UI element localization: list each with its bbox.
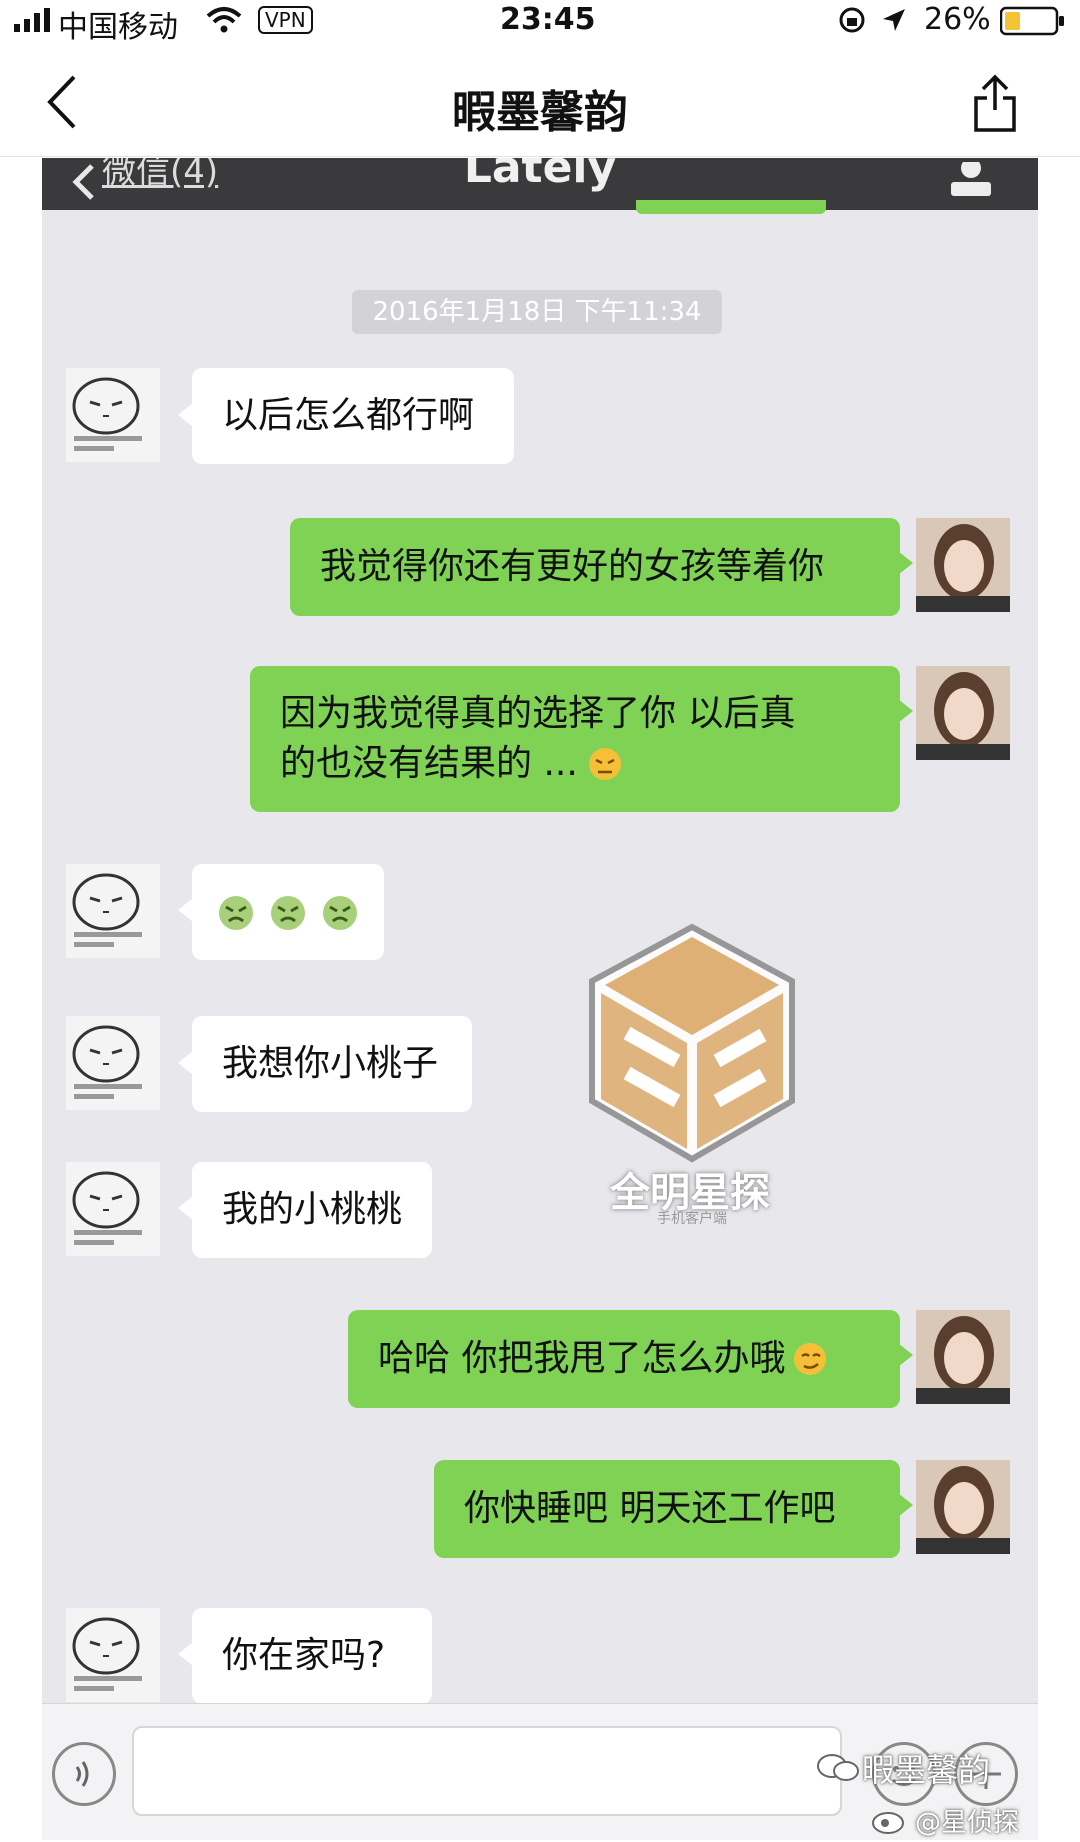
portrait-icon (916, 1310, 1010, 1404)
own-avatar (916, 518, 1010, 612)
message-timestamp: 2016年1月18日 下午11:34 (352, 290, 722, 334)
portrait-icon (916, 518, 1010, 612)
rotation-lock-icon (839, 7, 865, 33)
share-icon[interactable] (972, 74, 1018, 134)
outgoing-message: 哈哈 你把我甩了怎么办哦 (348, 1310, 900, 1408)
wechat-icon (817, 1754, 859, 1781)
bubble-tail (898, 1343, 913, 1367)
battery-percent: 26% (924, 2, 991, 37)
voice-icon (75, 1761, 89, 1787)
green-angry-emoji-icon (271, 896, 305, 930)
outgoing-message: 因为我觉得真的选择了你 以后真 的也没有结果的 ... (250, 666, 900, 812)
portrait-icon (916, 1460, 1010, 1554)
chat-title: Lately (463, 158, 617, 193)
bubble-tail (178, 1642, 193, 1666)
profile-icon (951, 162, 991, 196)
sender-avatar (66, 864, 160, 958)
message-text: 我觉得你还有更好的女孩等着你 (320, 546, 825, 587)
bubble-tail (898, 551, 913, 575)
message-text: 哈哈 你把我甩了怎么办哦 (378, 1338, 786, 1379)
message-text: 我的小桃桃 (222, 1189, 403, 1230)
own-avatar (916, 666, 1010, 760)
bubble-tail (178, 898, 193, 922)
green-angry-emoji-icon (219, 896, 253, 930)
message-input[interactable] (132, 1726, 842, 1816)
previous-bubble-edge (636, 200, 826, 214)
footer-watermark-account: 暇墨馨韵 (862, 1751, 991, 1789)
incoming-message: 你在家吗? (192, 1608, 432, 1704)
chat-screenshot: 微信(4) Lately 2016年1月18日 下午11:34 以后怎么都行啊 … (42, 158, 1038, 1840)
outgoing-message: 你快睡吧 明天还工作吧 (434, 1460, 900, 1558)
panda-face-icon (72, 1617, 142, 1691)
own-avatar (916, 1310, 1010, 1404)
own-avatar (916, 1460, 1010, 1554)
bubble-tail (178, 1196, 193, 1220)
portrait-icon (916, 666, 1010, 760)
angry-emoji-icon (588, 748, 621, 780)
message-text: 以后怎么都行啊 (222, 395, 475, 436)
bubble-tail (898, 1493, 913, 1517)
green-angry-emoji-icon (323, 896, 357, 930)
watermark-sub-label: 手机客户端 (657, 1211, 727, 1227)
sender-avatar (66, 1016, 160, 1110)
clock: 23:45 (500, 2, 596, 37)
smirk-emoji-icon (794, 1343, 827, 1375)
wifi-icon (206, 7, 242, 33)
message-text: 你快睡吧 明天还工作吧 (464, 1488, 836, 1529)
message-text-line2: 的也没有结果的 ... (280, 743, 578, 784)
incoming-message: 我的小桃桃 (192, 1162, 432, 1258)
voice-button[interactable] (52, 1742, 116, 1806)
footer-watermark-handle: @星侦探 (915, 1808, 1020, 1838)
sender-avatar (66, 368, 160, 462)
sender-avatar (66, 1162, 160, 1256)
battery-icon (1000, 6, 1064, 36)
message-text: 你在家吗? (222, 1635, 386, 1676)
signal-icon (14, 8, 50, 32)
outgoing-message: 我觉得你还有更好的女孩等着你 (290, 518, 900, 616)
app-header: 暇墨馨韵 (0, 44, 1080, 157)
incoming-message (192, 864, 384, 960)
chat-nav-bar: 微信(4) Lately (42, 158, 1038, 214)
panda-face-icon (72, 1171, 142, 1245)
panda-face-icon (72, 377, 142, 451)
location-icon (883, 9, 905, 31)
bubble-tail (178, 403, 193, 427)
page-title: 暇墨馨韵 (452, 87, 628, 138)
weibo-icon (872, 1812, 904, 1834)
panda-face-icon (72, 1025, 142, 1099)
incoming-message: 我想你小桃子 (192, 1016, 472, 1112)
status-bar: 中国移动 VPN 23:45 26% (0, 0, 1080, 45)
sender-avatar (66, 1608, 160, 1702)
bubble-tail (898, 699, 913, 723)
watermark-cube-logo (589, 923, 795, 1163)
carrier-label: 中国移动 (58, 10, 178, 45)
incoming-message: 以后怎么都行啊 (192, 368, 514, 464)
bubble-tail (178, 1051, 193, 1075)
panda-face-icon (72, 873, 142, 947)
message-text: 我想你小桃子 (222, 1043, 439, 1084)
vpn-badge: VPN (258, 6, 313, 34)
message-text-line1: 因为我觉得真的选择了你 以后真 (280, 693, 796, 734)
